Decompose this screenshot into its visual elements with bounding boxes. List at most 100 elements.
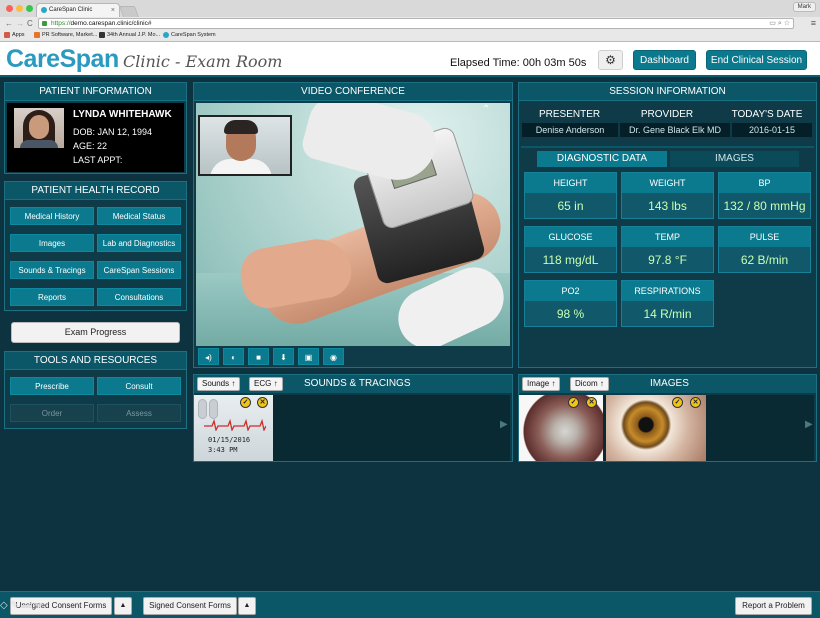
reload-icon[interactable]: C — [27, 18, 33, 29]
medical-status-button[interactable]: Medical Status — [97, 207, 181, 225]
consultations-button[interactable]: Consultations — [97, 288, 181, 306]
tab-diagnostic-data[interactable]: DIAGNOSTIC DATA — [537, 151, 667, 167]
signed-forms-caret-icon[interactable]: ▲ — [238, 597, 256, 615]
next-arrow-icon[interactable]: ▶ — [500, 419, 508, 430]
remove-x-icon[interactable]: ✕ — [690, 397, 701, 408]
provider-label: PROVIDER — [640, 109, 694, 120]
carespan-sessions-button[interactable]: CareSpan Sessions — [97, 261, 181, 279]
footer-bar: Unsigned Consent Forms ▲ Signed Consent … — [0, 591, 820, 618]
todays-date-label: TODAY'S DATE — [731, 109, 803, 120]
bookmark-favicon-icon — [163, 32, 169, 38]
brand-logo: CareSpan — [6, 45, 119, 73]
ecg-filter-button[interactable]: ECG ↑ — [249, 377, 283, 391]
remove-x-icon[interactable]: ✕ — [586, 397, 597, 408]
url-text: demo.carespan.clinic/clinic# — [70, 20, 152, 27]
patient-last-appt: LAST APPT: — [73, 155, 123, 165]
vital-temp: TEMP 97.8 °F — [621, 226, 714, 273]
browser-tab[interactable]: CareSpan Clinic × — [36, 3, 120, 17]
profile-button[interactable]: Mark — [792, 2, 816, 12]
new-tab-button[interactable] — [118, 6, 140, 17]
self-view-video[interactable] — [198, 115, 292, 176]
record-button[interactable]: ▣ — [298, 348, 319, 365]
collapse-chevron-icon[interactable]: ⌃ — [482, 104, 490, 115]
bookmark-carespan-system[interactable]: CareSpan System — [163, 31, 216, 40]
sounds-tracings-button[interactable]: Sounds & Tracings — [10, 261, 94, 279]
camera-toggle-button[interactable]: ■ — [248, 348, 269, 365]
panel-heading: SOUNDS & TRACINGS — [304, 378, 411, 389]
bookmark-pr-software[interactable]: PR Software, Market... — [34, 31, 97, 40]
bookmark-apps[interactable]: Apps — [4, 31, 25, 40]
lab-and-diagnostics-button[interactable]: Lab and Diagnostics — [97, 234, 181, 252]
remove-x-icon[interactable]: ✕ — [257, 397, 268, 408]
minimize-window-button[interactable] — [16, 5, 23, 12]
eye-image-thumbnail[interactable]: ✓ ✕ — [606, 395, 706, 461]
sounds-thumbnail-strip: 01/15/2016 3:43 PM ✓ ✕ ▶ — [194, 395, 510, 461]
vital-pulse: PULSE 62 B/min — [718, 226, 811, 273]
carespan-favicon-icon — [41, 7, 47, 13]
images-button[interactable]: Images — [10, 234, 94, 252]
elapsed-time: Elapsed Time: 00h 03m 50s — [450, 57, 587, 69]
medical-history-button[interactable]: Medical History — [10, 207, 94, 225]
select-check-icon[interactable]: ✓ — [240, 397, 251, 408]
panel-heading: TOOLS AND RESOURCES — [5, 352, 186, 370]
apps-grid-icon — [4, 32, 10, 38]
tab-images[interactable]: IMAGES — [670, 151, 799, 167]
reports-button[interactable]: Reports — [10, 288, 94, 306]
vital-height: HEIGHT 65 in — [524, 172, 617, 219]
panel-heading: VIDEO CONFERENCE — [194, 83, 512, 101]
signed-consent-forms-button[interactable]: Signed Consent Forms — [143, 597, 237, 615]
select-check-icon[interactable]: ✓ — [568, 397, 579, 408]
recording-time: 3:43 PM — [208, 446, 238, 454]
maximize-window-button[interactable] — [26, 5, 33, 12]
url-scheme: https:// — [51, 20, 71, 27]
close-window-button[interactable] — [6, 5, 13, 12]
vital-bp: BP 132 / 80 mmHg — [718, 172, 811, 219]
forward-icon[interactable]: → — [16, 18, 24, 29]
recording-date: 01/15/2016 — [208, 436, 251, 444]
dashboard-button[interactable]: Dashboard — [633, 50, 696, 70]
snapshot-button[interactable]: ◉ — [323, 348, 344, 365]
prescribe-button[interactable]: Prescribe — [10, 377, 94, 395]
order-button[interactable]: Order — [10, 404, 94, 422]
otoscope-image-thumbnail[interactable]: ✓ ✕ — [519, 395, 603, 461]
end-clinical-session-button[interactable]: End Clinical Session — [706, 50, 807, 70]
todays-date-value: 2016-01-15 — [732, 123, 812, 137]
back-icon[interactable]: ← — [5, 18, 13, 29]
assess-button[interactable]: Assess — [97, 404, 181, 422]
record-icon: ▣ — [304, 353, 313, 362]
image-filter-button[interactable]: Image ↑ — [522, 377, 561, 391]
next-arrow-icon[interactable]: ▶ — [805, 419, 813, 430]
remote-video-feed[interactable]: ⌃ — [196, 103, 510, 346]
report-a-problem-button[interactable]: Report a Problem — [735, 597, 812, 615]
ecg-waveform-icon — [204, 419, 266, 431]
panel-heading: SESSION INFORMATION — [519, 83, 816, 101]
tab-close-icon[interactable]: × — [111, 4, 115, 17]
address-bar[interactable]: https://demo.carespan.clinic/clinic# ▭ ⌕… — [38, 18, 794, 29]
microphone-button[interactable]: ⬇ — [273, 348, 294, 365]
screen-tool-icons[interactable]: ◇ ✎ ▬ ➜ — [0, 600, 43, 618]
sort-up-icon: ↑ — [273, 379, 278, 388]
patient-dob: DOB: JAN 12, 1994 — [73, 127, 153, 137]
exam-progress-button[interactable]: Exam Progress — [11, 322, 180, 343]
select-check-icon[interactable]: ✓ — [672, 397, 683, 408]
unsigned-forms-caret-icon[interactable]: ▲ — [114, 597, 132, 615]
images-thumbnail-strip: ✓ ✕ ✓ ✕ ▶ — [519, 395, 814, 461]
consult-button[interactable]: Consult — [97, 377, 181, 395]
bookmark-jp-morgan[interactable]: 34th Annual J.P. Mo... — [99, 31, 160, 40]
presenter-label: PRESENTER — [539, 109, 601, 120]
settings-button[interactable]: ⚙ — [598, 50, 623, 70]
sounds-tracings-panel: Sounds ↑ ECG ↑ SOUNDS & TRACINGS 01/15/2… — [193, 374, 513, 462]
browser-menu-icon[interactable]: ≡ — [811, 18, 816, 28]
tools-and-resources-panel: TOOLS AND RESOURCES Prescribe Consult Or… — [4, 351, 187, 429]
dicom-filter-button[interactable]: Dicom ↑ — [570, 377, 609, 391]
sound-thumbnail[interactable]: 01/15/2016 3:43 PM ✓ ✕ — [194, 395, 273, 461]
patient-age: AGE: 22 — [73, 141, 108, 151]
address-bar-icons[interactable]: ▭ ⌕ ☆ — [769, 19, 790, 29]
bookmark-favicon-icon — [34, 32, 40, 38]
speaker-button[interactable]: ◂) — [198, 348, 219, 365]
vital-weight: WEIGHT 143 lbs — [621, 172, 714, 219]
sounds-filter-button[interactable]: Sounds ↑ — [197, 377, 241, 391]
audio-toggle-button[interactable]: ◐ — [223, 348, 244, 365]
lungs-icon — [198, 397, 220, 421]
images-panel: Image ↑ Dicom ↑ IMAGES ✓ ✕ ✓ ✕ ▶ — [518, 374, 817, 462]
